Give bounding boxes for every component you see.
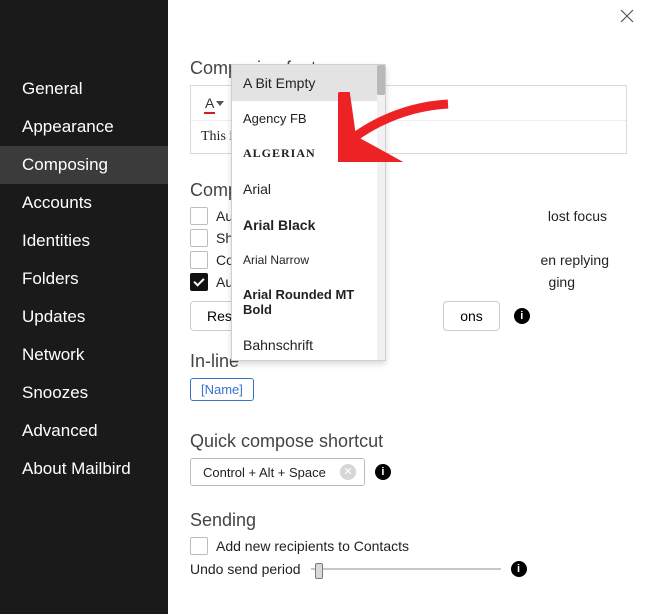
section-title-sending: Sending [190, 510, 627, 531]
font-option[interactable]: Arial [232, 171, 385, 207]
sidebar-item-about-mailbird[interactable]: About Mailbird [0, 450, 168, 488]
chevron-down-icon [216, 101, 224, 106]
checkbox-icon[interactable] [190, 273, 208, 291]
section-title-shortcut: Quick compose shortcut [190, 431, 627, 452]
checkbox-icon[interactable] [190, 207, 208, 225]
sidebar-item-identities[interactable]: Identities [0, 222, 168, 260]
info-icon[interactable]: i [511, 561, 527, 577]
sidebar-item-folders[interactable]: Folders [0, 260, 168, 298]
font-option[interactable]: ALGERIAN [232, 136, 385, 171]
scrollbar[interactable] [377, 65, 385, 360]
settings-content: Composing font A A Bit Empt 10 This is [168, 0, 649, 614]
font-option[interactable]: Bahnschrift [232, 327, 385, 360]
sidebar-item-snoozes[interactable]: Snoozes [0, 374, 168, 412]
sidebar-item-network[interactable]: Network [0, 336, 168, 374]
checkbox-icon[interactable] [190, 537, 208, 555]
font-option[interactable]: A Bit Empty [232, 65, 385, 101]
shortcut-field[interactable]: Control + Alt + Space ✕ [190, 458, 365, 486]
settings-window: GeneralAppearanceComposingAccountsIdenti… [0, 0, 649, 614]
sidebar-item-appearance[interactable]: Appearance [0, 108, 168, 146]
font-option[interactable]: Agency FB [232, 101, 385, 136]
checkbox-icon[interactable] [190, 229, 208, 247]
sidebar-item-accounts[interactable]: Accounts [0, 184, 168, 222]
undo-send-slider[interactable] [311, 561, 501, 577]
sidebar-item-advanced[interactable]: Advanced [0, 412, 168, 450]
clear-icon[interactable]: ✕ [340, 464, 356, 480]
settings-sidebar: GeneralAppearanceComposingAccountsIdenti… [0, 0, 168, 614]
font-option[interactable]: Arial Rounded MT Bold [232, 277, 385, 327]
info-icon[interactable]: i [375, 464, 391, 480]
checkbox-icon[interactable] [190, 251, 208, 269]
shortcut-value: Control + Alt + Space [203, 465, 326, 480]
inline-tag-name[interactable]: [Name] [190, 378, 254, 401]
opt-add-contacts[interactable]: Add new recipients to Contacts [190, 537, 627, 555]
font-family-dropdown[interactable]: A Bit EmptyAgency FBALGERIANArialArial B… [231, 64, 386, 361]
font-option[interactable]: Arial Narrow [232, 243, 385, 277]
options-button[interactable]: ons [443, 301, 500, 331]
font-option[interactable]: Arial Black [232, 207, 385, 243]
font-color-button[interactable]: A [197, 91, 232, 115]
sidebar-item-general[interactable]: General [0, 70, 168, 108]
undo-send-label: Undo send period [190, 561, 301, 577]
info-icon[interactable]: i [514, 308, 530, 324]
sidebar-item-updates[interactable]: Updates [0, 298, 168, 336]
sidebar-item-composing[interactable]: Composing [0, 146, 168, 184]
